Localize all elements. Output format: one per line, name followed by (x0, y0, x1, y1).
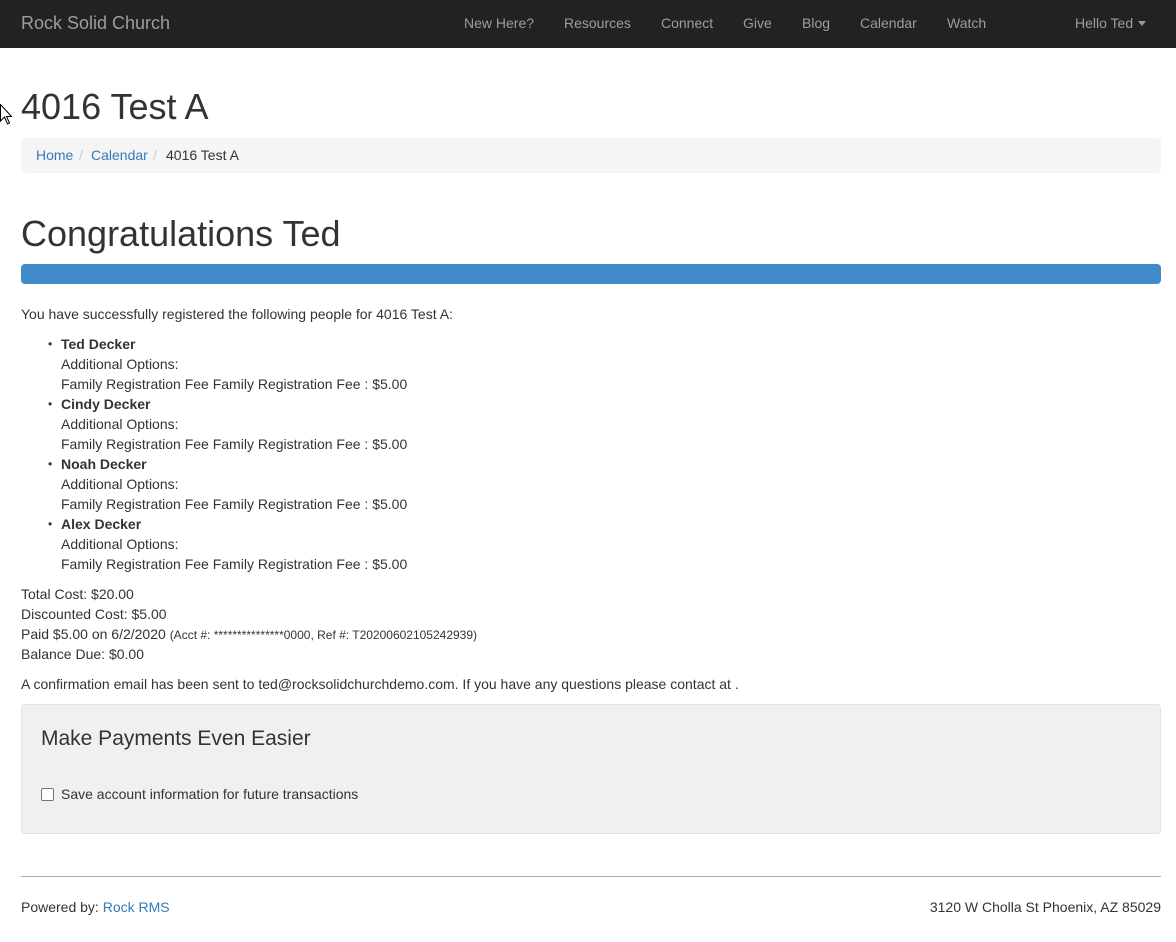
user-menu-label: Hello Ted (1075, 15, 1134, 31)
footer-address: 3120 W Cholla St Phoenix, AZ 85029 (929, 899, 1161, 915)
registrant-options-label: Additional Options: (61, 476, 179, 492)
nav-link-connect[interactable]: Connect (661, 15, 713, 31)
list-item: • Alex Decker Additional Options: Family… (21, 514, 721, 574)
confirmation-message: A confirmation email has been sent to te… (21, 676, 739, 692)
registrant-fee: Family Registration Fee Family Registrat… (61, 376, 408, 392)
nav-link-give[interactable]: Give (743, 15, 772, 31)
powered-by-label: Powered by: (21, 899, 103, 915)
list-item: • Cindy Decker Additional Options: Famil… (21, 394, 721, 454)
list-item: • Ted Decker Additional Options: Family … (21, 334, 721, 394)
breadcrumb-separator: / (79, 147, 83, 163)
page-title: 4016 Test A (21, 86, 209, 127)
list-item: • Noah Decker Additional Options: Family… (21, 454, 721, 514)
registration-intro: You have successfully registered the fol… (21, 306, 453, 322)
footer-divider (21, 876, 1161, 877)
save-payment-panel: Make Payments Even Easier Save account i… (21, 704, 1161, 834)
registrant-name: Alex Decker (61, 516, 142, 532)
save-payment-title: Make Payments Even Easier (41, 727, 311, 750)
nav-link-calendar[interactable]: Calendar (860, 15, 917, 31)
user-menu-dropdown[interactable]: Hello Ted (1075, 15, 1147, 31)
registrant-fee: Family Registration Fee Family Registrat… (61, 496, 408, 512)
registrant-options-label: Additional Options: (61, 356, 179, 372)
bullet: • (48, 337, 53, 351)
registrant-list: • Ted Decker Additional Options: Family … (21, 334, 721, 574)
nav-link-watch[interactable]: Watch (947, 15, 986, 31)
breadcrumb: Home / Calendar / 4016 Test A (21, 138, 1161, 173)
save-account-checkbox-label[interactable]: Save account information for future tran… (61, 784, 358, 804)
registrant-fee: Family Registration Fee Family Registrat… (61, 436, 408, 452)
balance-due: Balance Due: $0.00 (21, 646, 144, 662)
registrant-name: Cindy Decker (61, 396, 151, 412)
progress-bar-track (21, 264, 1161, 284)
payment-line: Paid $5.00 on 6/2/2020 (Acct #: ********… (21, 624, 477, 645)
discounted-cost: Discounted Cost: $5.00 (21, 606, 167, 622)
nav-link-resources[interactable]: Resources (564, 15, 631, 31)
top-navbar: Rock Solid Church New Here? Resources Co… (0, 0, 1176, 48)
bullet: • (48, 457, 53, 471)
registrant-options-label: Additional Options: (61, 416, 179, 432)
paid-amount: Paid $5.00 on 6/2/2020 (21, 626, 166, 642)
caret-down-icon (1138, 20, 1147, 26)
breadcrumb-separator: / (153, 147, 157, 163)
brand-logo[interactable]: Rock Solid Church (21, 13, 170, 33)
total-cost: Total Cost: $20.00 (21, 586, 134, 602)
save-account-checkbox[interactable] (41, 788, 54, 801)
bullet: • (48, 517, 53, 531)
nav-link-new-here[interactable]: New Here? (464, 15, 534, 31)
congratulations-heading: Congratulations Ted (21, 213, 341, 254)
breadcrumb-calendar[interactable]: Calendar (91, 147, 148, 163)
payment-reference: (Acct #: ***************0000, Ref #: T20… (169, 628, 478, 642)
registrant-options-label: Additional Options: (61, 536, 179, 552)
registrant-name: Noah Decker (61, 456, 147, 472)
registrant-fee: Family Registration Fee Family Registrat… (61, 556, 408, 572)
rock-rms-link[interactable]: Rock RMS (103, 899, 170, 915)
breadcrumb-current: 4016 Test A (166, 147, 239, 163)
nav-link-blog[interactable]: Blog (802, 15, 830, 31)
footer-powered-by: Powered by: Rock RMS (21, 897, 170, 917)
progress-bar-fill (21, 264, 1161, 284)
breadcrumb-home[interactable]: Home (36, 147, 73, 163)
bullet: • (48, 397, 53, 411)
mouse-cursor-icon (0, 104, 12, 125)
registrant-name: Ted Decker (61, 336, 136, 352)
